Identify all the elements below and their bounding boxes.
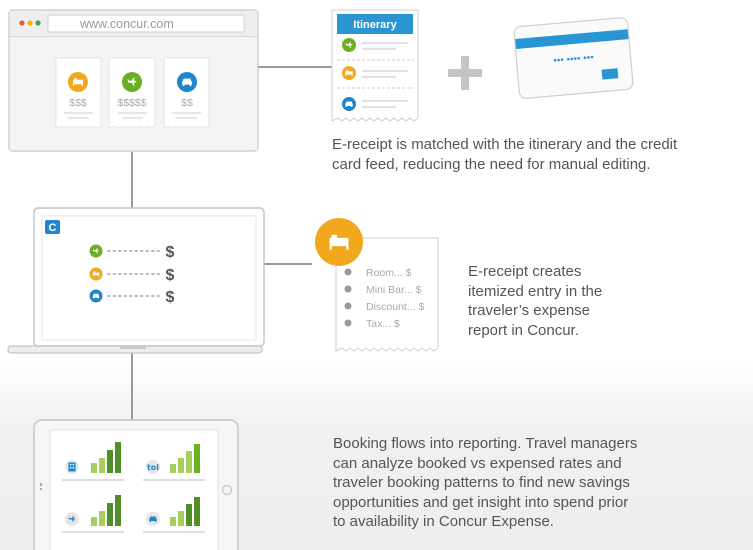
listing-card-car: $$ (163, 57, 210, 129)
browser-window: www.concur.com $$$ $$$$$ $$ (8, 9, 259, 152)
row-amount: $ (166, 289, 175, 306)
receipt-item: Tax... $ (366, 318, 400, 330)
caption-reporting: Booking flows into reporting. Travel man… (333, 435, 638, 530)
window-close-dot (19, 20, 25, 26)
window-maximize-dot (35, 20, 41, 26)
credit-card: ••• •••• ••• (513, 17, 634, 99)
caption-matched: E-receipt is matched with the itinerary … (332, 136, 678, 173)
receipt-item: Mini Bar... $ (366, 284, 422, 296)
listing-card-flight: $$$$$ (108, 57, 156, 129)
plus-icon (448, 56, 482, 90)
receipt-item: Discount... $ (366, 301, 425, 313)
row-amount: $ (166, 244, 175, 261)
itinerary-title: Itinerary (353, 19, 397, 31)
window-minimize-dot (27, 20, 33, 26)
receipt-item: Room... $ (366, 267, 412, 279)
price-level: $$$$$ (117, 97, 146, 109)
building-icon (68, 462, 76, 472)
price-level: $$$ (69, 97, 87, 109)
concur-logo-letter: C (49, 222, 57, 234)
listing-card-hotel: $$$ (55, 57, 102, 129)
card-chip (601, 68, 619, 80)
address-bar-url: www.concur.com (79, 17, 174, 31)
fork-knife-icon: tol (147, 463, 159, 472)
itinerary-receipt: Itinerary (331, 9, 419, 122)
tablet: tol (33, 419, 239, 550)
caption-itemized: E-receipt creates itemized entry in the … (468, 263, 603, 339)
e-receipt: Room... $ Mini Bar... $ Discount... $ Ta… (315, 218, 439, 352)
row-amount: $ (166, 267, 175, 284)
laptop: C $ $ $ (7, 207, 265, 354)
price-level: $$ (181, 97, 193, 109)
